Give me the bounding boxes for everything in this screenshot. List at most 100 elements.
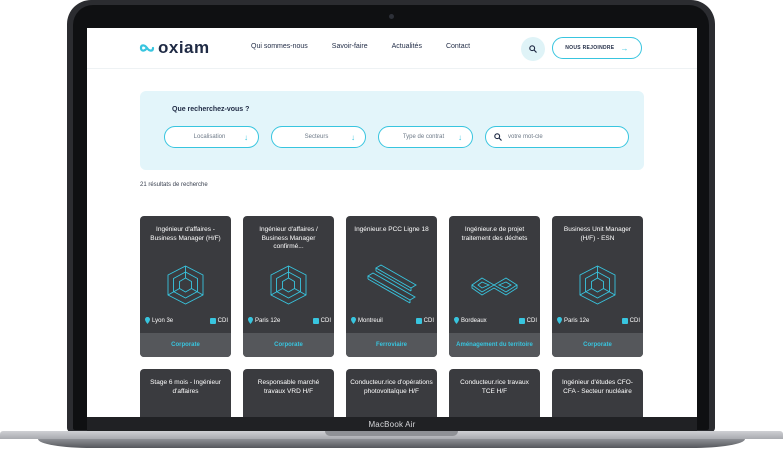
job-card[interactable]: Ingénieur d'affaires / Business Manager … xyxy=(243,216,334,357)
filter-type-contrat[interactable]: Type de contrat ↓ xyxy=(378,126,473,148)
location-pin-icon xyxy=(351,317,356,324)
location-text: Bordeaux xyxy=(461,317,487,324)
contract-text: CDI xyxy=(526,317,537,324)
arrow-down-icon: ↓ xyxy=(458,132,462,142)
contract-icon xyxy=(209,317,216,324)
hexagon-illustration-icon xyxy=(270,265,307,305)
laptop-base xyxy=(0,431,783,450)
job-title: Responsable marché travaux VRD H/F xyxy=(257,379,320,395)
job-card[interactable]: Stage 6 mois - Ingénieur d'affaires xyxy=(140,369,231,417)
location-pin-icon xyxy=(454,317,459,324)
nav-actualites[interactable]: Actualités xyxy=(392,43,422,50)
filter-label: Type de contrat xyxy=(402,134,445,140)
search-icon xyxy=(494,133,502,141)
nav-contact[interactable]: Contact xyxy=(446,43,470,50)
join-us-button[interactable]: NOUS REJOINDRE → xyxy=(552,37,642,59)
contract: CDI xyxy=(312,317,331,324)
job-title: Conducteur.rice d'opérations photovoltaï… xyxy=(350,379,433,395)
main-nav: Qui sommes-nous Savoir-faire Actualités … xyxy=(251,43,470,50)
nav-savoir-faire[interactable]: Savoir-faire xyxy=(332,43,368,50)
job-card[interactable]: Business Unit Manager (H/F) - ESN Paris … xyxy=(552,216,643,357)
location-text: Lyon 3e xyxy=(152,317,174,324)
sector-label: Corporate xyxy=(552,333,643,357)
loop-illustration-icon xyxy=(471,277,518,296)
location: Lyon 3e xyxy=(145,317,173,324)
filter-label: Localisation xyxy=(193,134,226,140)
job-title: Stage 6 mois - Ingénieur d'affaires xyxy=(150,379,221,395)
sector-label: Ferroviaire xyxy=(346,333,437,357)
job-card[interactable]: Ingénieur d'études CFO-CFA - Secteur nuc… xyxy=(552,369,643,417)
job-title: Business Unit Manager (H/F) - ESN xyxy=(563,226,632,242)
search-panel: Que recherchez-vous ? Localisation ↓ Sec… xyxy=(140,91,644,170)
contract-text: CDI xyxy=(423,317,434,324)
job-title: Ingénieur d'affaires / Business Manager … xyxy=(259,226,318,250)
sector-label: Corporate xyxy=(243,333,334,357)
job-card[interactable]: Conducteur.rice d'opérations photovoltaï… xyxy=(346,369,437,417)
job-title: Ingénieur.e PCC Ligne 18 xyxy=(354,226,429,233)
job-card[interactable]: Conducteur.rice travaux TCE H/F xyxy=(449,369,540,417)
contract-text: CDI xyxy=(217,317,228,324)
logo-text: oxiam xyxy=(158,38,210,57)
location-text: Paris 12e xyxy=(255,317,281,324)
job-meta: Paris 12e CDI xyxy=(557,317,640,324)
search-icon xyxy=(529,45,537,53)
join-us-label: NOUS REJOINDRE xyxy=(565,45,615,51)
camera xyxy=(389,14,394,19)
contract: CDI xyxy=(518,317,537,324)
contract-icon xyxy=(621,317,628,324)
hexagon-illustration-icon xyxy=(167,265,204,305)
base-notch xyxy=(325,431,458,436)
sector-label: Aménagement du territoire xyxy=(449,333,540,357)
location-pin-icon xyxy=(248,317,253,324)
contract-icon xyxy=(312,317,319,324)
sector-label: Corporate xyxy=(140,333,231,357)
filter-secteurs[interactable]: Secteurs ↓ xyxy=(271,126,366,148)
contract-icon xyxy=(518,317,525,324)
contract-text: CDI xyxy=(629,317,640,324)
job-title: Ingénieur d'études CFO-CFA - Secteur nuc… xyxy=(562,379,633,395)
hexagon-illustration-icon xyxy=(579,265,616,305)
device-label: MacBook Air xyxy=(87,417,697,432)
site-header: oxiam Qui sommes-nous Savoir-faire Actua… xyxy=(87,28,697,69)
nav-qui-sommes-nous[interactable]: Qui sommes-nous xyxy=(251,43,308,50)
contract: CDI xyxy=(415,317,434,324)
job-meta: Bordeaux CDI xyxy=(454,317,537,324)
location: Paris 12e xyxy=(248,317,280,324)
results-count: 21 résultats de recherche xyxy=(140,182,208,188)
search-button[interactable] xyxy=(521,37,545,61)
arrow-down-icon: ↓ xyxy=(244,132,248,142)
job-meta: Lyon 3e CDI xyxy=(145,317,228,324)
job-title: Ingénieur.e de projet traitement des déc… xyxy=(461,226,528,242)
location: Paris 12e xyxy=(557,317,589,324)
job-card[interactable]: Ingénieur.e PCC Ligne 18 Montreuil CDI F… xyxy=(346,216,437,357)
arrow-right-icon: → xyxy=(620,43,629,53)
location-pin-icon xyxy=(557,317,562,324)
job-meta: Paris 12e CDI xyxy=(248,317,331,324)
location-text: Montreuil xyxy=(358,317,383,324)
job-title: Conducteur.rice travaux TCE H/F xyxy=(460,379,529,395)
base-bottom xyxy=(38,439,745,448)
job-card[interactable]: Ingénieur d'affaires - Business Manager … xyxy=(140,216,231,357)
location-text: Paris 12e xyxy=(564,317,590,324)
contract: CDI xyxy=(621,317,640,324)
location-pin-icon xyxy=(145,317,150,324)
contract-text: CDI xyxy=(320,317,331,324)
location: Montreuil xyxy=(351,317,383,324)
keyword-input[interactable] xyxy=(508,134,618,140)
contract: CDI xyxy=(209,317,228,324)
location: Bordeaux xyxy=(454,317,487,324)
job-title: Ingénieur d'affaires - Business Manager … xyxy=(150,226,221,242)
keyword-field[interactable] xyxy=(485,126,629,148)
filter-localisation[interactable]: Localisation ↓ xyxy=(164,126,259,148)
filter-label: Secteurs xyxy=(304,134,329,140)
job-card[interactable]: Responsable marché travaux VRD H/F xyxy=(243,369,334,417)
contract-icon xyxy=(415,317,422,324)
screen: oxiam Qui sommes-nous Savoir-faire Actua… xyxy=(87,28,697,417)
arrow-down-icon: ↓ xyxy=(351,132,355,142)
job-card[interactable]: Ingénieur.e de projet traitement des déc… xyxy=(449,216,540,357)
job-meta: Montreuil CDI xyxy=(351,317,434,324)
infinity-logo-icon xyxy=(139,44,155,52)
rails-illustration-icon xyxy=(367,264,417,304)
search-title: Que recherchez-vous ? xyxy=(172,106,250,113)
logo[interactable]: oxiam xyxy=(139,37,210,59)
